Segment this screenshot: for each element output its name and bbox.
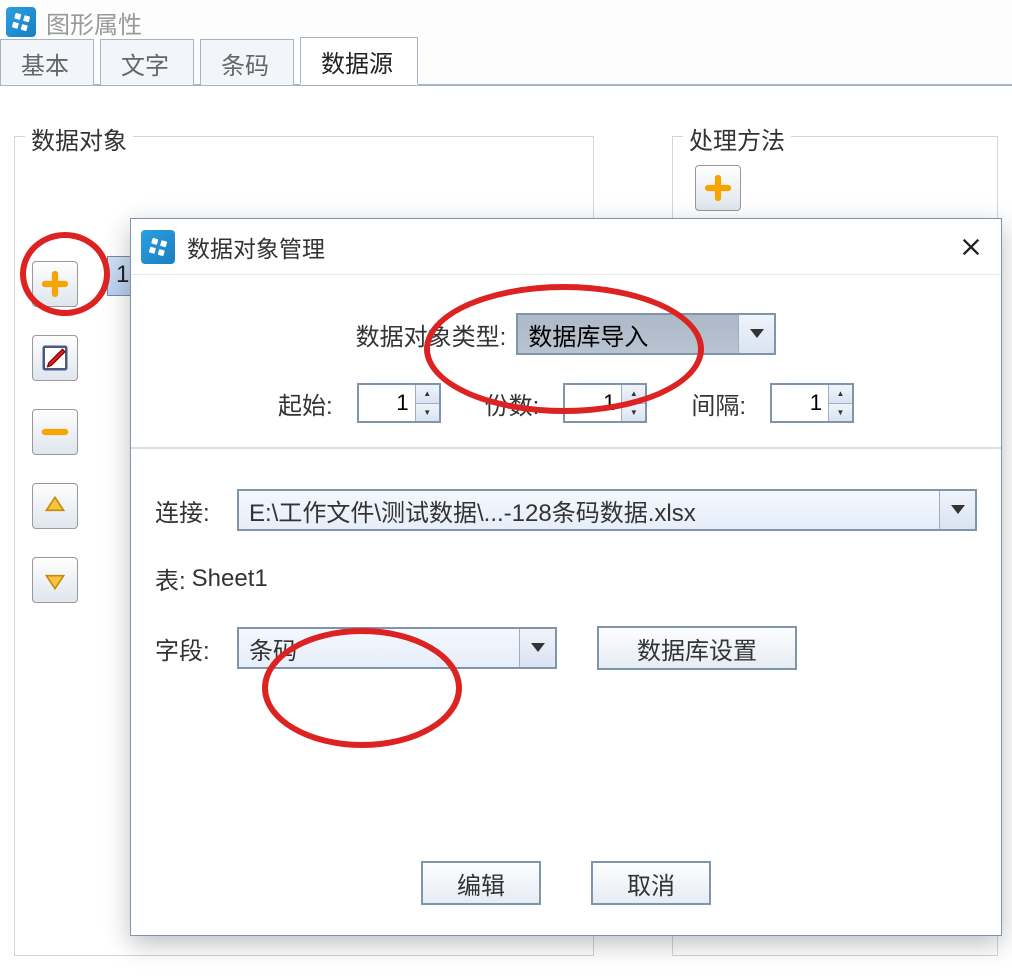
close-icon[interactable]	[951, 227, 991, 267]
copies-input[interactable]	[565, 385, 621, 421]
spin-up-icon[interactable]: ▲	[416, 385, 439, 404]
copies-label: 份数:	[485, 386, 540, 421]
copies-spin[interactable]: ▲▼	[563, 383, 647, 423]
edit-button[interactable]	[32, 335, 78, 381]
tabs: 基本 文字 条码 数据源	[0, 44, 1012, 86]
group-method-legend: 处理方法	[683, 121, 791, 156]
start-label: 起始:	[278, 386, 333, 421]
interval-label: 间隔:	[691, 386, 746, 421]
dialog-titlebar: 数据对象管理	[131, 219, 1001, 275]
spin-up-icon[interactable]: ▲	[622, 385, 645, 404]
start-spin[interactable]: ▲▼	[357, 383, 441, 423]
divider	[131, 447, 1001, 449]
dialog-actions: 编辑 取消	[131, 861, 1001, 905]
field-combo[interactable]: 条码	[237, 627, 557, 669]
connection-value: E:\工作文件\测试数据\...-128条码数据.xlsx	[239, 491, 939, 529]
tab-basic[interactable]: 基本	[0, 39, 94, 85]
tab-barcode[interactable]: 条码	[200, 39, 294, 85]
spin-down-icon[interactable]: ▼	[829, 404, 852, 422]
app-icon	[6, 7, 36, 37]
type-value: 数据库导入	[518, 315, 738, 353]
connection-combo[interactable]: E:\工作文件\测试数据\...-128条码数据.xlsx	[237, 489, 977, 531]
spin-down-icon[interactable]: ▼	[622, 404, 645, 422]
add-button[interactable]	[32, 261, 78, 307]
chevron-down-icon[interactable]	[519, 629, 555, 667]
type-label: 数据对象类型:	[356, 317, 507, 352]
dialog-title: 数据对象管理	[187, 230, 325, 264]
chevron-down-icon[interactable]	[738, 315, 774, 353]
type-combo[interactable]: 数据库导入	[516, 313, 776, 355]
data-object-dialog: 数据对象管理 数据对象类型: 数据库导入 起始: ▲▼ 份数:	[130, 218, 1002, 936]
chevron-down-icon[interactable]	[939, 491, 975, 529]
move-down-button[interactable]	[32, 557, 78, 603]
interval-spin[interactable]: ▲▼	[770, 383, 854, 423]
field-label: 字段:	[155, 631, 225, 666]
remove-button[interactable]	[32, 409, 78, 455]
interval-input[interactable]	[772, 385, 828, 421]
tab-datasource[interactable]: 数据源	[300, 37, 418, 85]
group-data-object-legend: 数据对象	[25, 121, 133, 156]
window-title: 图形属性	[46, 5, 142, 40]
method-add-button[interactable]	[695, 165, 741, 211]
spin-up-icon[interactable]: ▲	[829, 385, 852, 404]
main-titlebar: 图形属性	[0, 0, 1012, 44]
dialog-icon	[141, 230, 175, 264]
db-settings-button[interactable]: 数据库设置	[597, 626, 797, 670]
tab-text[interactable]: 文字	[100, 39, 194, 85]
table-label: 表:	[155, 561, 186, 596]
field-value: 条码	[239, 629, 519, 667]
edit-confirm-button[interactable]: 编辑	[421, 861, 541, 905]
dialog-body: 数据对象类型: 数据库导入 起始: ▲▼ 份数: ▲▼ 间隔:	[131, 275, 1001, 698]
start-input[interactable]	[359, 385, 415, 421]
cancel-button[interactable]: 取消	[591, 861, 711, 905]
data-object-toolbar	[32, 261, 78, 603]
connection-label: 连接:	[155, 493, 225, 528]
move-up-button[interactable]	[32, 483, 78, 529]
spin-down-icon[interactable]: ▼	[416, 404, 439, 422]
table-value: Sheet1	[192, 565, 268, 593]
